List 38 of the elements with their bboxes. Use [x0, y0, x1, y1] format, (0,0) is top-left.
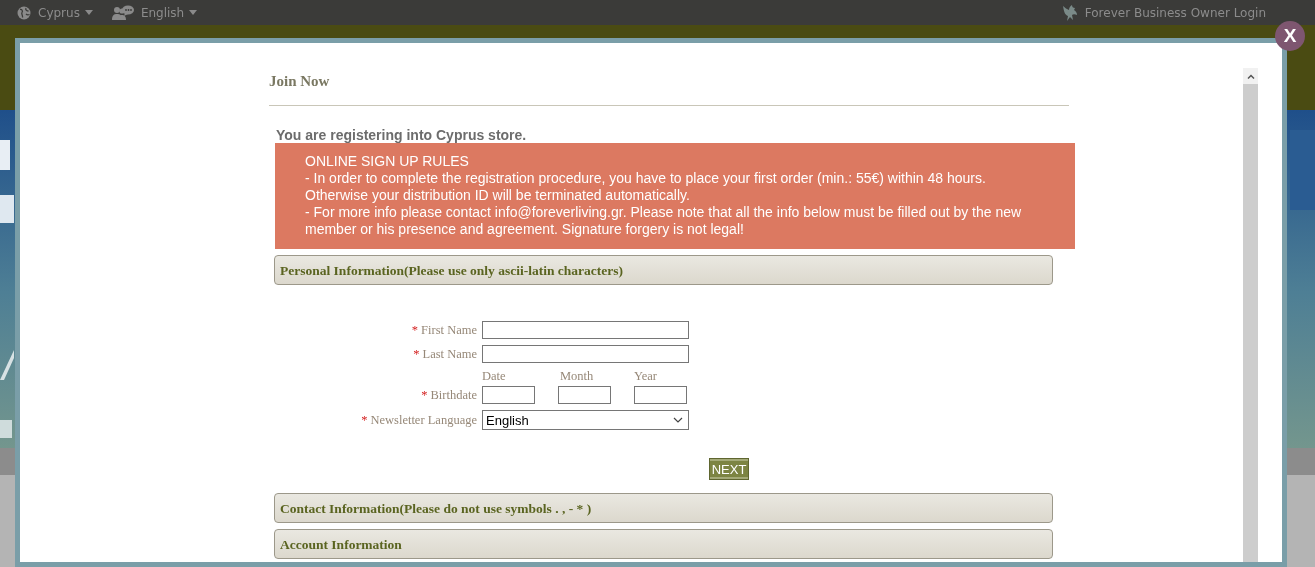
caret-icon	[84, 10, 93, 15]
input-field[interactable]	[482, 321, 689, 339]
language-selector[interactable]: English	[111, 5, 198, 20]
field-label: Newsletter Language	[370, 412, 477, 427]
globe-icon	[17, 5, 31, 20]
date-part-label: Month	[560, 369, 595, 384]
people-chat-icon	[111, 5, 134, 20]
section-header[interactable]: Contact Information(Please do not use symbols . , - * )	[274, 493, 1053, 523]
rules-text: - In order to complete the registration procedure, you have to place your first order (min.: 55€) within 48 hours. Otherwise your distribution ID will be terminated automatically.	[305, 170, 987, 204]
dropdown[interactable]: English	[482, 410, 689, 430]
required-mark: *	[411, 322, 419, 337]
eagle-icon	[1061, 4, 1078, 21]
required-mark: *	[421, 387, 428, 402]
scrollbar[interactable]	[1243, 68, 1258, 562]
field-label: Last Name	[422, 346, 477, 361]
field-label: First Name	[421, 322, 477, 337]
input-field[interactable]	[482, 386, 535, 404]
chevron-up-icon	[1246, 73, 1255, 79]
input-field[interactable]	[482, 345, 689, 363]
required-mark: *	[361, 412, 368, 427]
login-link[interactable]: Forever Business Owner Login	[1061, 4, 1266, 21]
scroll-up-button[interactable]	[1243, 68, 1258, 84]
date-part-label: Year	[634, 369, 658, 384]
input-field[interactable]	[558, 386, 611, 404]
rules-heading: ONLINE SIGN UP RULES	[305, 153, 470, 170]
field-label: Birthdate	[430, 387, 477, 402]
date-part-label: Date	[482, 369, 507, 384]
section-header[interactable]: Personal Information(Please use only ascii-latin characters)	[274, 255, 1053, 285]
store-notice: You are registering into Cyprus store.	[276, 127, 528, 143]
required-mark: *	[413, 346, 420, 361]
next-button[interactable]: NEXT	[708, 458, 750, 480]
section-header[interactable]: Account Information	[274, 529, 1053, 559]
rules-text: - For more info please contact info@foreverliving.gr. Please note that all the info below must be filled out by the new member or his presence and agreement. Signature forgery is not legal!	[305, 204, 1023, 238]
country-selector[interactable]: Cyprus	[17, 5, 93, 20]
caret-icon	[189, 10, 198, 15]
chevron-down-icon	[673, 417, 683, 423]
input-field[interactable]	[634, 386, 687, 404]
dialog-title: Join Now	[269, 73, 331, 90]
